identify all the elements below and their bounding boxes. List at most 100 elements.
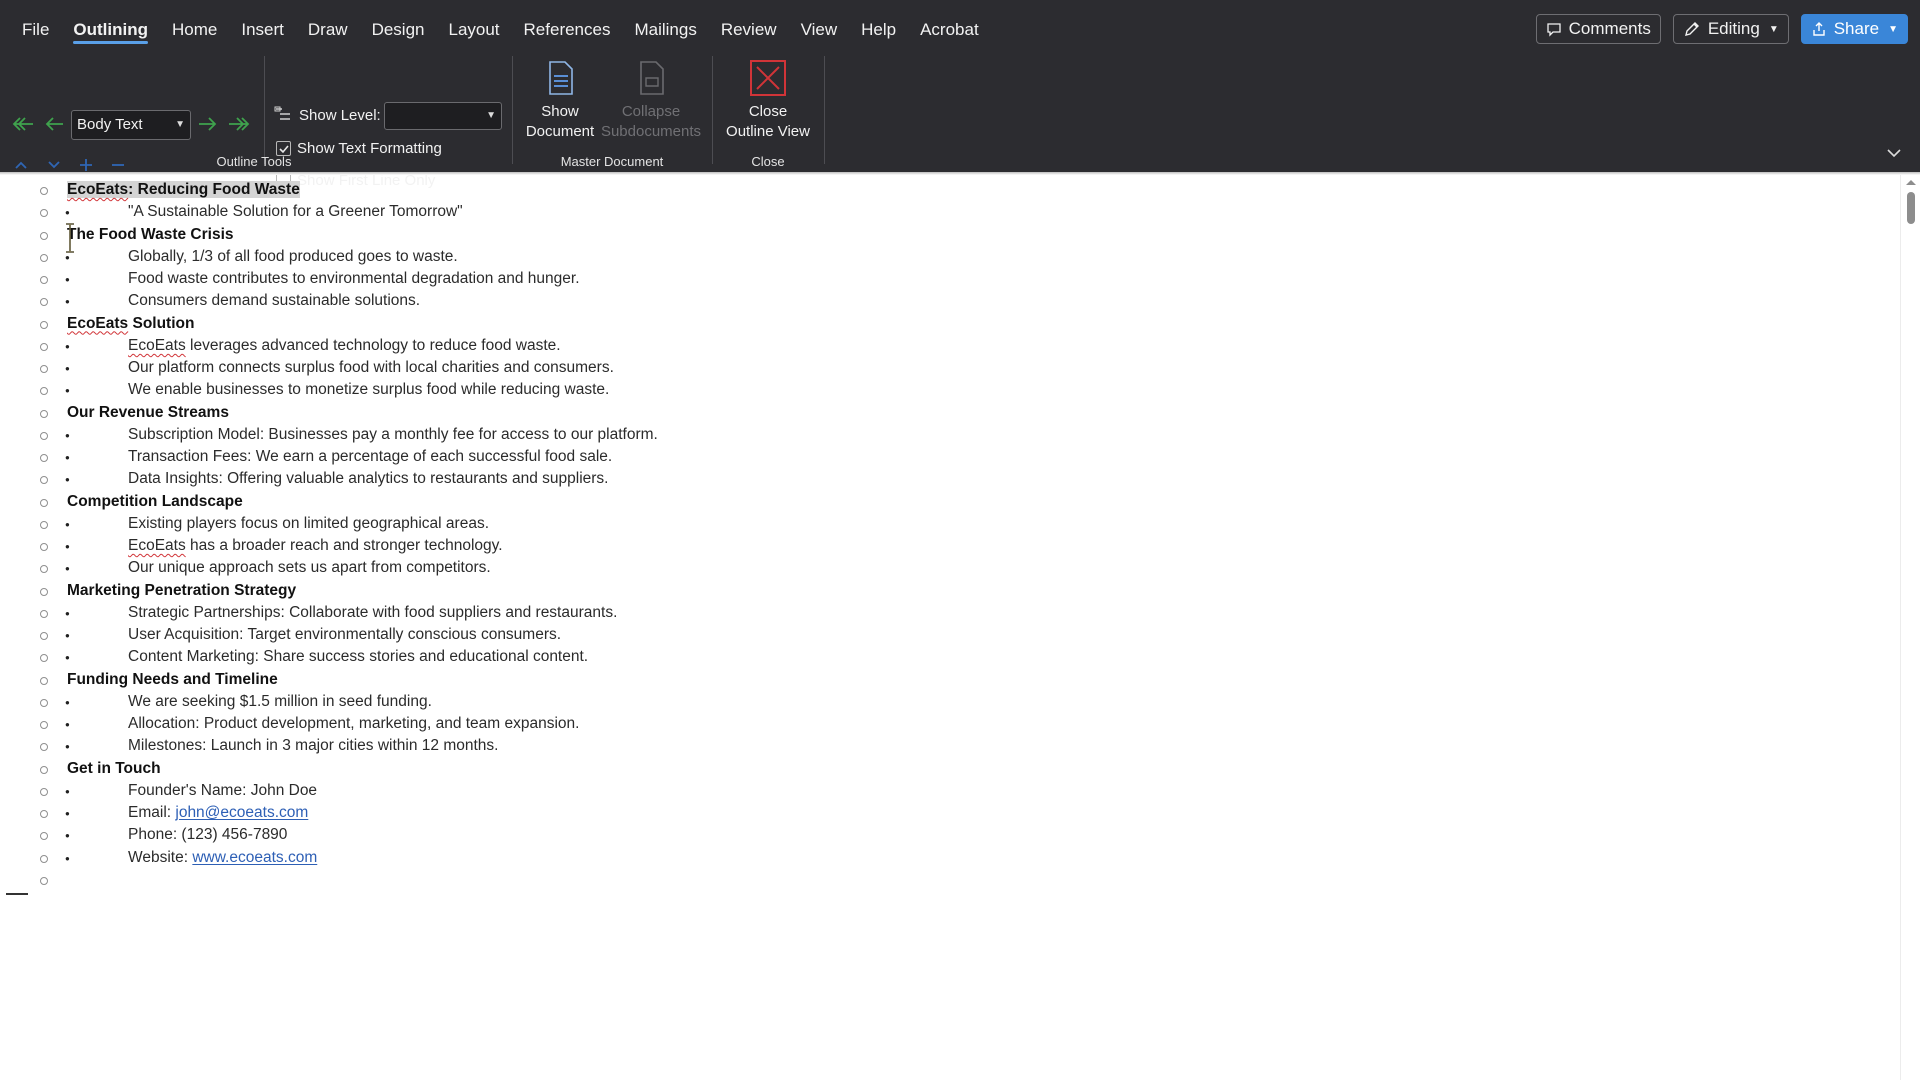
- outline-text[interactable]: Founder's Name: John Doe: [128, 780, 317, 802]
- hyperlink[interactable]: john@ecoeats.com: [175, 804, 308, 821]
- outline-symbol-icon[interactable]: [40, 565, 48, 574]
- show-level-dropdown[interactable]: ▼: [384, 102, 502, 130]
- promote-to-heading1-icon[interactable]: [12, 116, 34, 132]
- outline-text[interactable]: Marketing Penetration Strategy: [67, 580, 296, 602]
- outline-text[interactable]: Food waste contributes to environmental …: [128, 268, 580, 290]
- outline-text[interactable]: EcoEats has a broader reach and stronger…: [128, 535, 503, 557]
- outline-heading[interactable]: The Food Waste Crisis: [0, 224, 1800, 246]
- outline-symbol-icon[interactable]: [40, 520, 48, 529]
- outline-text[interactable]: Competition Landscape: [67, 491, 243, 513]
- outline-text[interactable]: Globally, 1/3 of all food produced goes …: [128, 246, 458, 268]
- outline-bullet[interactable]: ● Strategic Partnerships: Collaborate wit…: [0, 602, 1800, 624]
- outline-symbol-icon[interactable]: [40, 876, 48, 885]
- outline-bullet[interactable]: ● Our platform connects surplus food with…: [0, 357, 1800, 379]
- outline-bullet[interactable]: ● Milestones: Launch in 3 major cities wi…: [0, 735, 1800, 757]
- outline-symbol-icon[interactable]: [40, 209, 48, 218]
- outline-symbol-icon[interactable]: [40, 498, 48, 507]
- outline-text[interactable]: EcoEats Solution: [67, 313, 194, 335]
- move-up-icon[interactable]: [14, 160, 28, 170]
- outline-text[interactable]: Milestones: Launch in 3 major cities wit…: [128, 735, 498, 757]
- outline-text[interactable]: Subscription Model: Businesses pay a mon…: [128, 424, 658, 446]
- outline-heading[interactable]: Funding Needs and Timeline: [0, 669, 1800, 691]
- outline-text[interactable]: Strategic Partnerships: Collaborate with…: [128, 602, 617, 624]
- outline-bullet[interactable]: ● Existing players focus on limited geogr…: [0, 513, 1800, 535]
- outline-text[interactable]: Website: www.ecoeats.com: [128, 847, 317, 869]
- promote-icon[interactable]: [44, 116, 64, 132]
- outline-bullet[interactable]: ● We enable businesses to monetize surplu…: [0, 379, 1800, 401]
- outline-text[interactable]: "A Sustainable Solution for a Greener To…: [128, 201, 463, 223]
- hyperlink[interactable]: www.ecoeats.com: [192, 849, 317, 866]
- outline-symbol-icon[interactable]: [40, 676, 48, 685]
- outline-text[interactable]: Data Insights: Offering valuable analyti…: [128, 468, 608, 490]
- outline-symbol-icon[interactable]: [40, 409, 48, 418]
- outline-symbol-icon[interactable]: [40, 476, 48, 485]
- outline-symbol-icon[interactable]: [40, 543, 48, 551]
- close-outline-view-button[interactable]: Close Outline View: [718, 58, 818, 142]
- outline-text[interactable]: We enable businesses to monetize surplus…: [128, 379, 609, 401]
- outline-bullet[interactable]: ● Subscription Model: Businesses pay a mo…: [0, 424, 1800, 446]
- outline-symbol-icon[interactable]: [40, 187, 48, 195]
- outline-text[interactable]: Our Revenue Streams: [67, 402, 229, 424]
- chevron-down-icon[interactable]: ▼: [1888, 24, 1898, 35]
- outline-bullet[interactable]: ● Phone: (123) 456-7890: [0, 824, 1800, 846]
- outline-heading[interactable]: EcoEats Solution: [0, 313, 1800, 335]
- outline-symbol-icon[interactable]: [40, 632, 48, 640]
- outline-heading[interactable]: Our Revenue Streams: [0, 402, 1800, 424]
- outline-level-dropdown[interactable]: Body Text ▼: [71, 110, 191, 140]
- show-text-formatting-label[interactable]: Show Text Formatting: [297, 140, 442, 157]
- outline-bullet[interactable]: ● EcoEats has a broader reach and stronge…: [0, 535, 1800, 557]
- outline-symbol-icon[interactable]: [40, 810, 48, 818]
- outline-symbol-icon[interactable]: [40, 787, 48, 796]
- editing-mode-button[interactable]: Editing ▼: [1672, 14, 1789, 44]
- outline-heading[interactable]: EcoEats: Reducing Food Waste: [0, 179, 1800, 201]
- outline-empty-line[interactable]: [0, 869, 1800, 891]
- vertical-scrollbar[interactable]: [1900, 175, 1920, 1080]
- outline-bullet[interactable]: ● User Acquisition: Target environmentall…: [0, 624, 1800, 646]
- collapse-icon[interactable]: [111, 158, 125, 172]
- outline-heading[interactable]: Competition Landscape: [0, 491, 1800, 513]
- comments-button[interactable]: Comments: [1535, 14, 1661, 44]
- outline-text[interactable]: EcoEats leverages advanced technology to…: [128, 335, 561, 357]
- outline-bullet[interactable]: ● Transaction Fees: We earn a percentage …: [0, 446, 1800, 468]
- outline-text[interactable]: Our platform connects surplus food with …: [128, 357, 614, 379]
- outline-bullet[interactable]: ● Content Marketing: Share success storie…: [0, 646, 1800, 668]
- outline-symbol-icon[interactable]: [40, 743, 48, 752]
- outline-text[interactable]: Allocation: Product development, marketi…: [128, 713, 579, 735]
- outline-symbol-icon[interactable]: [40, 698, 48, 707]
- outline-bullet[interactable]: ● Data Insights: Offering valuable analyt…: [0, 468, 1800, 490]
- scroll-up-icon[interactable]: [1905, 178, 1917, 186]
- outline-symbol-icon[interactable]: [40, 231, 48, 240]
- outline-text[interactable]: Funding Needs and Timeline: [67, 669, 278, 691]
- demote-to-body-text-icon[interactable]: [228, 116, 250, 132]
- outline-text[interactable]: Get in Touch: [67, 758, 161, 780]
- outline-text[interactable]: We are seeking $1.5 million in seed fund…: [128, 691, 432, 713]
- outline-symbol-icon[interactable]: [40, 253, 48, 262]
- outline-text[interactable]: Content Marketing: Share success stories…: [128, 646, 588, 668]
- outline-symbol-icon[interactable]: [40, 454, 48, 462]
- outline-symbol-icon[interactable]: [40, 431, 48, 440]
- demote-icon[interactable]: [198, 116, 218, 132]
- outline-document[interactable]: EcoEats: Reducing Food Waste ● "A Sustaina…: [0, 175, 1900, 1080]
- outline-bullet[interactable]: ● EcoEats leverages advanced technology t…: [0, 335, 1800, 357]
- outline-symbol-icon[interactable]: [40, 721, 48, 729]
- collapse-ribbon-icon[interactable]: [1886, 148, 1902, 158]
- outline-symbol-icon[interactable]: [40, 276, 48, 284]
- outline-text[interactable]: Consumers demand sustainable solutions.: [128, 290, 420, 312]
- outline-text[interactable]: Transaction Fees: We earn a percentage o…: [128, 446, 612, 468]
- outline-symbol-icon[interactable]: [40, 587, 48, 596]
- expand-icon[interactable]: [79, 158, 93, 172]
- outline-symbol-icon[interactable]: [40, 832, 48, 841]
- outline-text[interactable]: Email: john@ecoeats.com: [128, 802, 308, 824]
- outline-text[interactable]: User Acquisition: Target environmentally…: [128, 624, 561, 646]
- outline-bullet[interactable]: ● Website: www.ecoeats.com: [0, 847, 1800, 869]
- show-document-button[interactable]: Show Document: [522, 58, 598, 142]
- outline-symbol-icon[interactable]: [40, 320, 48, 329]
- outline-symbol-icon[interactable]: [40, 765, 48, 774]
- outline-heading[interactable]: Get in Touch: [0, 758, 1800, 780]
- outline-symbol-icon[interactable]: [40, 365, 48, 373]
- outline-symbol-icon[interactable]: [40, 609, 48, 618]
- outline-bullet[interactable]: ● Founder's Name: John Doe: [0, 780, 1800, 802]
- outline-symbol-icon[interactable]: [40, 654, 48, 663]
- outline-bullet[interactable]: ● We are seeking $1.5 million in seed fun…: [0, 691, 1800, 713]
- outline-bullet[interactable]: ● "A Sustainable Solution for a Greener T…: [0, 201, 1800, 223]
